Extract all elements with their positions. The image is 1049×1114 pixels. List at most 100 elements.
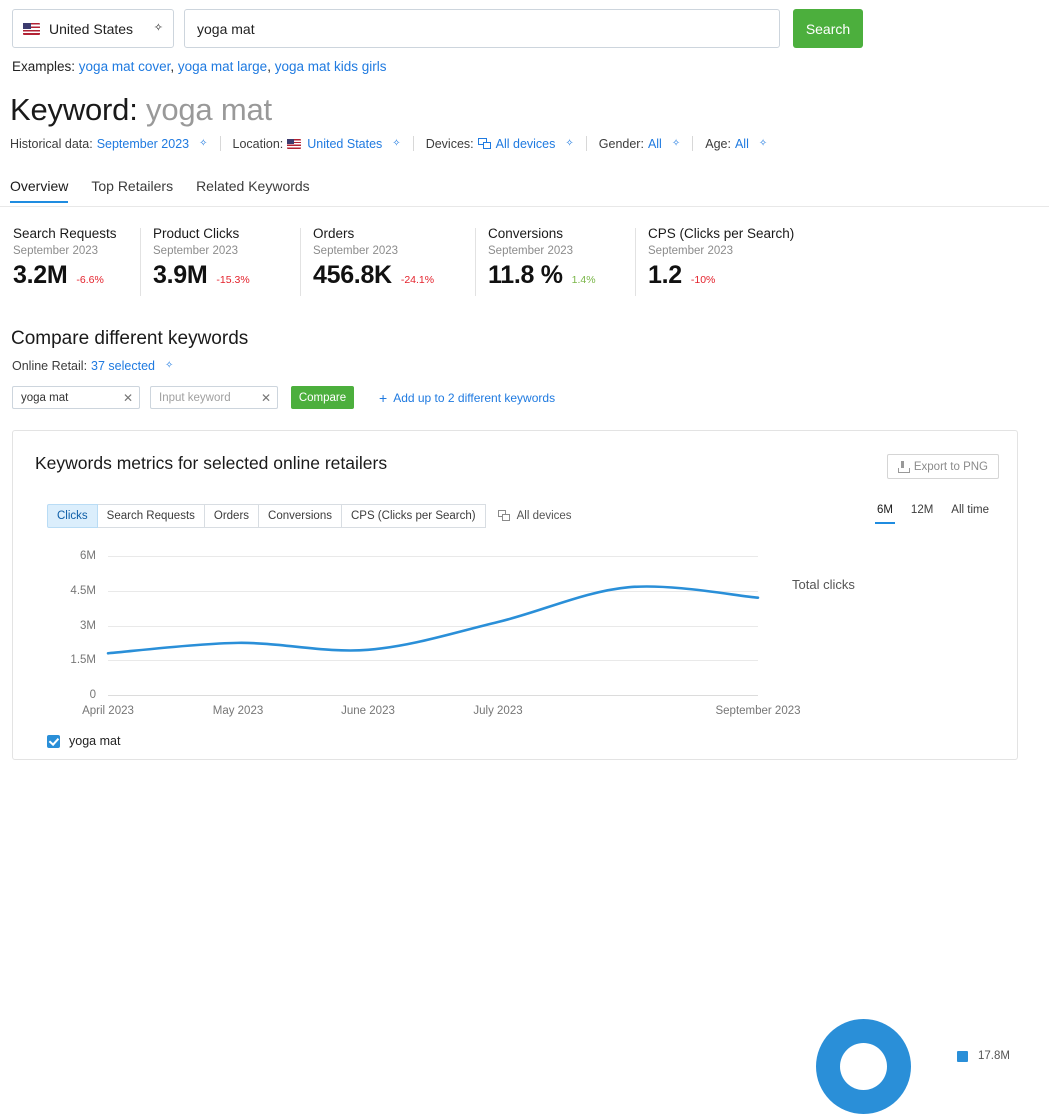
- filter-label: Devices:: [425, 136, 474, 151]
- examples-label: Examples:: [12, 59, 76, 74]
- filter-value[interactable]: September 2023: [97, 137, 189, 151]
- chevron-down-icon: ✧: [153, 22, 163, 34]
- online-retail-filter[interactable]: Online Retail: 37 selected ✧: [12, 359, 173, 373]
- chevron-down-icon: ✧: [392, 137, 401, 149]
- metric-orders: Orders September 2023 456.8K -24.1%: [300, 226, 475, 301]
- upload-icon: [897, 460, 910, 473]
- filter-divider: [692, 136, 694, 151]
- range-tab-6m[interactable]: 6M: [874, 504, 895, 524]
- chevron-down-icon: ✧: [758, 137, 768, 149]
- range-tab-12m[interactable]: 12M: [911, 504, 933, 524]
- chart-tab-clicks[interactable]: Clicks: [47, 504, 98, 528]
- chevron-down-icon: ✧: [565, 137, 574, 149]
- us-flag-icon: [23, 22, 40, 35]
- compare-button[interactable]: Compare: [291, 386, 354, 409]
- filter-devices[interactable]: Devices: All devices ✧: [426, 137, 574, 151]
- line-chart: 0 1.5M 3M 4.5M 6M April 2023 May 2023 June 202…: [13, 543, 800, 717]
- filter-divider: [219, 136, 221, 151]
- page-title: Keyword: yoga mat: [10, 92, 272, 128]
- filter-bar: Historical data: September 2023 ✧ Locati…: [10, 136, 767, 151]
- filter-value[interactable]: All: [735, 137, 749, 151]
- chart-tab-orders[interactable]: Orders: [204, 504, 260, 528]
- filter-historical-data[interactable]: Historical data: September 2023 ✧: [10, 137, 208, 151]
- devices-icon: [497, 510, 511, 522]
- chevron-down-icon: ✧: [164, 360, 174, 371]
- metric-delta: -10%: [690, 273, 716, 286]
- us-flag-icon: [287, 138, 302, 149]
- compare-keyword-2[interactable]: Input keyword ✕: [150, 386, 278, 409]
- y-axis-tick: 3M: [80, 619, 96, 632]
- example-link-1[interactable]: yoga mat cover: [79, 59, 171, 74]
- compare-heading: Compare different keywords: [11, 328, 249, 349]
- filter-value[interactable]: United States: [307, 137, 382, 151]
- add-keywords-button[interactable]: + Add up to 2 different keywords: [379, 390, 555, 406]
- metric-date: September 2023: [313, 244, 399, 257]
- gridline: [108, 695, 758, 696]
- filter-gender[interactable]: Gender: All ✧: [599, 137, 680, 151]
- series-checkbox[interactable]: [47, 734, 60, 748]
- chart-devices-filter[interactable]: All devices: [497, 510, 572, 522]
- filter-label: Historical data:: [10, 136, 93, 151]
- metric-value: 11.8 %: [488, 260, 563, 289]
- metric-delta: -15.3%: [216, 273, 250, 286]
- filter-divider: [585, 136, 587, 151]
- y-axis-tick: 4.5M: [70, 584, 96, 597]
- search-bar: United States ✧ Search: [12, 9, 863, 48]
- filter-age[interactable]: Age: All ✧: [705, 137, 767, 151]
- filter-value[interactable]: All: [648, 137, 662, 151]
- add-keywords-label: Add up to 2 different keywords: [393, 390, 556, 405]
- filter-value[interactable]: All devices: [496, 137, 556, 151]
- metric-title: Conversions: [488, 226, 564, 241]
- chevron-down-icon: ✧: [671, 137, 681, 149]
- example-link-2[interactable]: yoga mat large: [178, 59, 267, 74]
- x-axis-tick: May 2023: [212, 705, 264, 717]
- chart-tab-conversions[interactable]: Conversions: [259, 504, 342, 528]
- online-retail-label: Online Retail:: [12, 359, 88, 373]
- tabs-divider: [0, 206, 1049, 207]
- example-link-3[interactable]: yoga mat kids girls: [275, 59, 387, 74]
- filter-label: Gender:: [598, 136, 644, 151]
- online-retail-value[interactable]: 37 selected: [91, 359, 155, 373]
- metric-title: Search Requests: [13, 226, 117, 241]
- metric-date: September 2023: [13, 244, 99, 257]
- chevron-down-icon: ✧: [199, 137, 208, 149]
- metric-date: September 2023: [648, 244, 734, 257]
- chart-tab-cps[interactable]: CPS (Clicks per Search): [341, 504, 486, 528]
- close-icon[interactable]: ✕: [123, 392, 133, 404]
- country-select-value: United States: [49, 20, 134, 37]
- y-axis-tick: 6M: [80, 550, 96, 562]
- close-icon[interactable]: ✕: [261, 392, 271, 404]
- chart-tab-search-requests[interactable]: Search Requests: [97, 504, 205, 528]
- donut-chart: [816, 1019, 911, 1114]
- filter-location[interactable]: Location: United States ✧: [233, 137, 401, 151]
- legend-swatch: [957, 1050, 968, 1062]
- tab-overview[interactable]: Overview: [10, 178, 69, 203]
- tab-related-keywords[interactable]: Related Keywords: [196, 178, 310, 203]
- metric-date: September 2023: [488, 244, 574, 257]
- metric-delta: -24.1%: [400, 273, 435, 286]
- y-axis-tick: 0: [89, 689, 96, 701]
- chart-metric-tabs: Clicks Search Requests Orders Conversion…: [47, 504, 572, 528]
- search-button[interactable]: Search: [793, 9, 863, 48]
- primary-tabs: Overview Top Retailers Related Keywords: [10, 178, 310, 203]
- compare-keyword-1[interactable]: yoga mat ✕: [12, 386, 140, 409]
- export-to-png-button[interactable]: Export to PNG: [886, 454, 999, 479]
- donut-legend-value: 17.8M: [978, 1050, 1010, 1062]
- metric-value: 3.2M: [13, 260, 68, 289]
- donut-legend: 17.8M: [957, 1050, 1010, 1062]
- donut-chart-title: Total clicks: [792, 577, 855, 592]
- metric-title: Product Clicks: [153, 226, 240, 241]
- compare-keyword-1-value: yoga mat: [21, 391, 69, 404]
- page-title-prefix: Keyword:: [10, 92, 138, 127]
- search-input[interactable]: [184, 9, 780, 48]
- metric-date: September 2023: [153, 244, 239, 257]
- series-label: yoga mat: [69, 734, 121, 748]
- metric-value: 456.8K: [313, 260, 392, 289]
- chart-card-title: Keywords metrics for selected online ret…: [35, 453, 388, 473]
- country-select[interactable]: United States ✧: [12, 9, 174, 48]
- metric-product-clicks: Product Clicks September 2023 3.9M -15.3…: [140, 226, 300, 301]
- series-toggle-row: yoga mat: [47, 734, 120, 748]
- tab-top-retailers[interactable]: Top Retailers: [91, 178, 173, 203]
- filter-label: Age:: [705, 136, 731, 151]
- range-tab-all-time[interactable]: All time: [951, 504, 989, 524]
